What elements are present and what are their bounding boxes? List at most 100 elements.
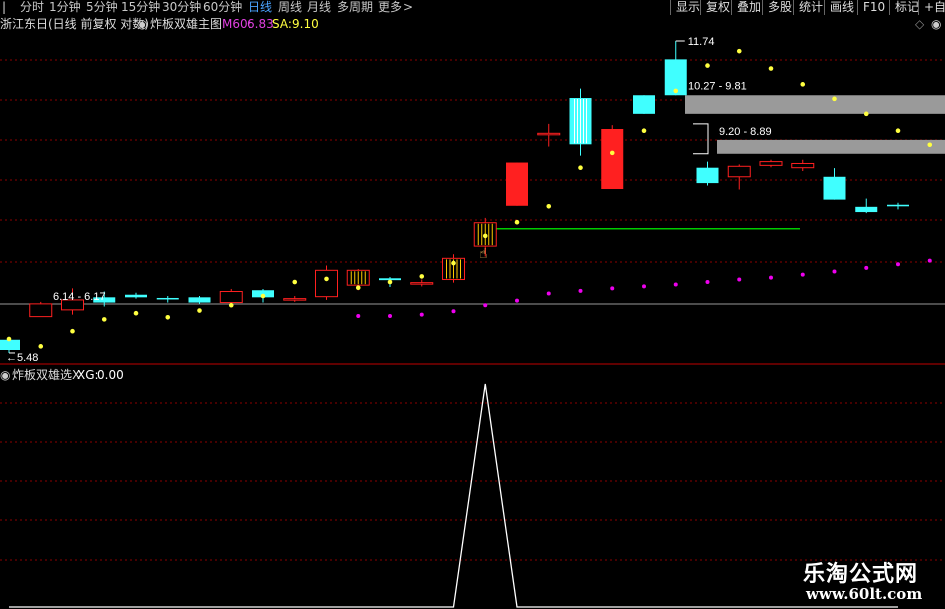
candle-body xyxy=(887,204,909,207)
candle xyxy=(283,296,307,302)
candle-body xyxy=(315,269,338,298)
gold-dot xyxy=(832,96,837,102)
candle xyxy=(696,161,719,186)
magenta-dot xyxy=(800,272,805,277)
gold-dot xyxy=(197,308,202,313)
candle-body xyxy=(759,161,783,166)
magenta-dot xyxy=(642,284,646,289)
gold-dot xyxy=(641,128,647,134)
candle xyxy=(125,292,147,299)
sub-indicator-name[interactable]: 炸板双雄选X xyxy=(12,368,80,383)
sub-indicator-settings-icon[interactable]: ◉ xyxy=(0,368,10,383)
candle xyxy=(664,41,687,96)
magenta-dot xyxy=(419,312,424,317)
xg-label: XG: xyxy=(77,368,99,382)
candle-body xyxy=(791,162,815,169)
candle-body xyxy=(855,206,878,213)
gold-dot xyxy=(863,111,869,117)
candle xyxy=(823,168,846,200)
candle xyxy=(727,164,751,190)
gold-dot xyxy=(451,260,456,266)
candle xyxy=(442,254,465,283)
gold-dot xyxy=(578,165,583,171)
candle-body xyxy=(283,298,307,301)
gold-dot xyxy=(705,63,710,68)
magenta-dot xyxy=(705,280,710,285)
gold-dot xyxy=(927,142,933,148)
gold-dot xyxy=(546,204,552,209)
magenta-dot xyxy=(546,291,551,296)
candle xyxy=(601,125,624,190)
gold-dot xyxy=(673,88,679,94)
gold-dot xyxy=(165,315,171,320)
gold-dot xyxy=(133,310,139,316)
candle xyxy=(633,95,655,114)
candle-body xyxy=(601,129,624,190)
gold-dot xyxy=(324,276,329,282)
candle-body xyxy=(156,297,179,300)
gold-dot xyxy=(609,150,615,156)
candle-body xyxy=(727,165,751,178)
candle xyxy=(410,279,434,287)
magenta-dot xyxy=(578,288,583,293)
candle-body xyxy=(696,167,719,184)
zone2-bracket xyxy=(693,123,709,155)
gold-dot xyxy=(38,344,44,349)
magenta-dot xyxy=(515,298,519,303)
resistance-band xyxy=(685,95,945,114)
resistance-band xyxy=(717,139,945,154)
magenta-dot xyxy=(451,309,456,314)
gold-dot xyxy=(736,48,742,54)
gold-dot xyxy=(514,219,520,225)
candle xyxy=(506,162,528,206)
candle-body xyxy=(410,282,434,285)
candle-body xyxy=(29,303,53,318)
gold-dot xyxy=(419,274,425,279)
candle xyxy=(219,288,243,304)
gold-dot xyxy=(482,233,488,239)
candle-body xyxy=(219,291,243,304)
candle xyxy=(569,88,592,156)
magenta-dot xyxy=(483,303,488,308)
watermark-title: 乐淘公式网 xyxy=(803,562,919,587)
magenta-dot xyxy=(610,286,615,291)
high-price-label: 11.74 xyxy=(688,36,715,48)
watermark-url: www.60lt.com xyxy=(806,585,923,603)
gold-dot xyxy=(292,279,298,285)
candle xyxy=(188,296,211,304)
gold-dot xyxy=(228,302,234,308)
zone2-label: 9.20 - 8.89 xyxy=(719,126,772,138)
candle xyxy=(759,159,783,168)
candle-body xyxy=(537,132,561,136)
candle xyxy=(315,265,338,300)
xg-value: 0.00 xyxy=(97,368,124,382)
xg-line xyxy=(9,383,898,608)
gold-dot xyxy=(387,279,393,285)
gold-dot xyxy=(895,128,901,134)
candle-body xyxy=(0,339,20,350)
candle-body xyxy=(188,297,211,303)
gold-dot xyxy=(260,293,266,299)
gold-dot xyxy=(800,82,806,87)
candle xyxy=(887,202,909,210)
candle xyxy=(537,123,561,147)
candle xyxy=(156,296,179,303)
gold-dot xyxy=(70,328,75,334)
candle-body xyxy=(125,294,147,298)
zone1-label: 10.27 - 9.81 xyxy=(688,80,747,92)
magenta-dot xyxy=(356,313,361,318)
gold-dot xyxy=(355,285,361,290)
hand-cursor-icon: ☝ xyxy=(479,246,488,262)
candle xyxy=(855,198,878,214)
magenta-dot xyxy=(896,262,900,267)
magenta-dot xyxy=(388,313,392,318)
magenta-dot xyxy=(927,258,932,263)
gold-dot xyxy=(6,336,12,342)
gold-dot xyxy=(768,66,774,71)
magenta-dot xyxy=(737,277,742,282)
candle xyxy=(791,159,815,172)
kline-chart[interactable]: ☝ 11.74 10.27 - 9.81 9.20 - 8.89 6.14 - 6.1… xyxy=(0,0,945,609)
magenta-dot xyxy=(673,282,678,287)
magenta-dot xyxy=(864,265,869,270)
candle xyxy=(29,301,53,318)
